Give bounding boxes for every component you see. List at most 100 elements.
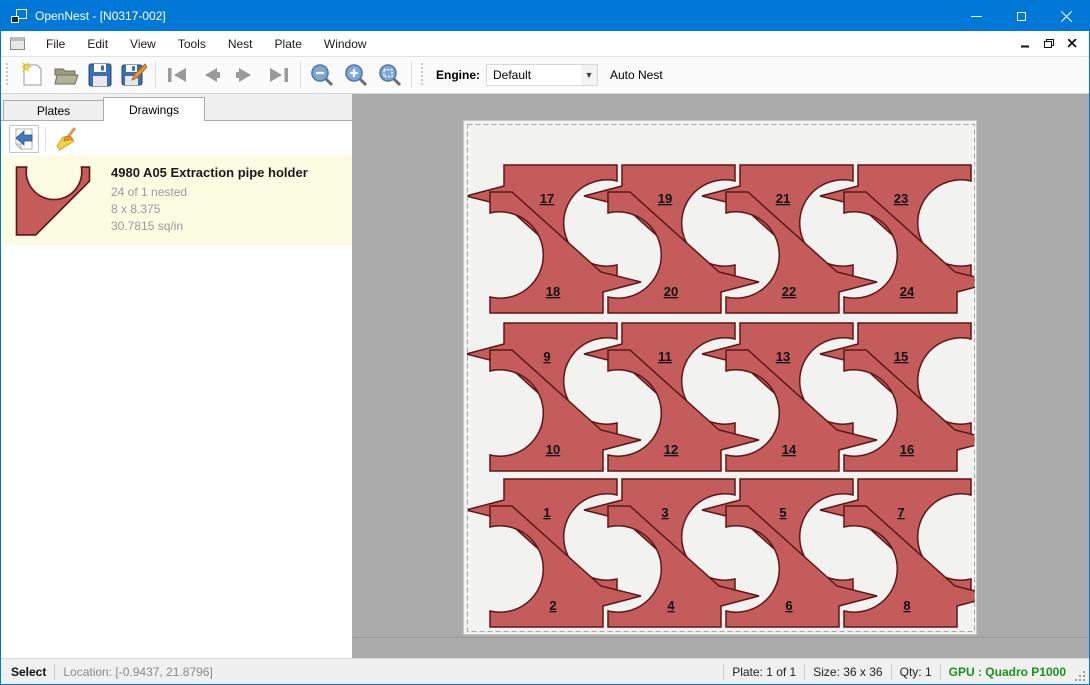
open-button[interactable] xyxy=(49,60,83,90)
return-drawing-button[interactable] xyxy=(9,125,39,153)
clear-button[interactable] xyxy=(52,125,82,153)
part-number: 21 xyxy=(776,191,790,206)
toolbar-grip[interactable] xyxy=(5,63,10,87)
nest-svg: 123456789101112131415161718192021222324 xyxy=(464,121,978,636)
chevron-down-icon[interactable]: ▼ xyxy=(581,65,597,85)
part-number: 16 xyxy=(900,442,914,457)
auto-nest-button[interactable]: Auto Nest xyxy=(610,68,663,82)
status-separator xyxy=(804,664,805,680)
part-number: 12 xyxy=(664,442,678,457)
toolbar-separator xyxy=(155,62,156,88)
mdi-close-icon[interactable] xyxy=(1068,39,1077,48)
status-separator xyxy=(723,664,724,680)
toolbar-separator xyxy=(45,127,46,151)
close-button[interactable] xyxy=(1044,1,1089,31)
zoom-out-icon xyxy=(310,63,334,87)
toolbar-separator xyxy=(300,62,301,88)
app-window: OpenNest - [N0317-002] File Edit View To… xyxy=(0,0,1090,685)
part-number: 24 xyxy=(900,284,915,299)
last-plate-button[interactable] xyxy=(262,60,296,90)
status-location: Location: [-0.9437, 21.8796] xyxy=(63,665,212,679)
menu-nest[interactable]: Nest xyxy=(217,33,264,55)
status-gpu: GPU : Quadro P1000 xyxy=(949,665,1066,679)
status-separator xyxy=(54,664,55,680)
tab-drawings[interactable]: Drawings xyxy=(103,97,205,121)
part-number: 9 xyxy=(543,349,550,364)
first-plate-button[interactable] xyxy=(160,60,194,90)
next-plate-icon xyxy=(234,66,256,84)
previous-plate-button[interactable] xyxy=(194,60,228,90)
open-folder-icon xyxy=(53,63,79,87)
mdi-document-icon[interactable] xyxy=(10,37,25,50)
part-number: 19 xyxy=(658,191,672,206)
zoom-in-button[interactable] xyxy=(339,60,373,90)
menu-view[interactable]: View xyxy=(119,33,167,55)
part-number: 20 xyxy=(664,284,678,299)
toolbar-grip[interactable] xyxy=(420,63,425,87)
menu-plate[interactable]: Plate xyxy=(264,33,313,55)
window-title: OpenNest - [N0317-002] xyxy=(35,9,166,23)
previous-plate-icon xyxy=(200,66,222,84)
first-plate-icon xyxy=(166,66,188,84)
engine-label: Engine: xyxy=(436,68,480,82)
app-icon xyxy=(11,9,27,23)
part-number: 5 xyxy=(779,505,786,520)
zoom-fit-icon xyxy=(378,63,402,87)
part-number: 10 xyxy=(546,442,560,457)
part-number: 17 xyxy=(540,191,554,206)
engine-select[interactable]: Default ▼ xyxy=(486,64,598,86)
part-thumbnail xyxy=(13,165,93,237)
drawing-list-item[interactable]: 4980 A05 Extraction pipe holder 24 of 1 … xyxy=(1,156,352,245)
save-as-icon xyxy=(121,62,147,88)
save-icon xyxy=(88,63,112,87)
mdi-restore-icon[interactable] xyxy=(1044,39,1054,48)
resize-grip[interactable] xyxy=(1072,668,1086,682)
drawings-toolbar xyxy=(1,121,352,156)
next-plate-button[interactable] xyxy=(228,60,262,90)
zoom-out-button[interactable] xyxy=(305,60,339,90)
toolbar-separator xyxy=(411,62,412,88)
part-number: 2 xyxy=(549,598,556,613)
menu-edit[interactable]: Edit xyxy=(76,33,119,55)
status-size: Size: 36 x 36 xyxy=(813,665,882,679)
menu-window[interactable]: Window xyxy=(313,33,378,55)
nest-canvas[interactable]: 123456789101112131415161718192021222324 xyxy=(353,94,1089,658)
engine-value: Default xyxy=(487,68,581,82)
part-number: 18 xyxy=(546,284,560,299)
main-toolbar: Engine: Default ▼ Auto Nest xyxy=(1,57,1089,94)
part-number: 6 xyxy=(785,598,792,613)
status-qty: Qty: 1 xyxy=(900,665,932,679)
left-panel: Plates Drawings xyxy=(1,94,353,658)
part-number: 23 xyxy=(894,191,908,206)
part-number: 8 xyxy=(903,598,910,613)
status-separator xyxy=(891,664,892,680)
zoom-fit-button[interactable] xyxy=(373,60,407,90)
tab-plates[interactable]: Plates xyxy=(3,100,103,121)
part-number: 11 xyxy=(658,349,672,364)
part-number: 1 xyxy=(543,505,550,520)
save-button[interactable] xyxy=(83,60,117,90)
maximize-button[interactable] xyxy=(999,1,1044,31)
zoom-in-icon xyxy=(344,63,368,87)
status-separator xyxy=(940,664,941,680)
title-bar: OpenNest - [N0317-002] xyxy=(1,1,1089,31)
drawing-nested-count: 24 of 1 nested xyxy=(111,185,308,199)
menu-bar: File Edit View Tools Nest Plate Window xyxy=(1,31,1089,57)
minimize-button[interactable] xyxy=(954,1,999,31)
canvas-divider xyxy=(353,637,1089,638)
part-number: 15 xyxy=(894,349,908,364)
mdi-minimize-icon[interactable] xyxy=(1021,39,1030,48)
part-number: 7 xyxy=(897,505,904,520)
new-button[interactable] xyxy=(15,60,49,90)
save-as-button[interactable] xyxy=(117,60,151,90)
new-file-icon xyxy=(20,62,44,88)
status-mode: Select xyxy=(1,665,46,679)
plate[interactable]: 123456789101112131415161718192021222324 xyxy=(463,120,977,635)
menu-file[interactable]: File xyxy=(35,33,76,55)
clear-broom-icon xyxy=(55,126,79,152)
part-number: 3 xyxy=(661,505,668,520)
drawing-title: 4980 A05 Extraction pipe holder xyxy=(111,165,308,180)
last-plate-icon xyxy=(268,66,290,84)
menu-tools[interactable]: Tools xyxy=(167,33,217,55)
drawing-area: 30.7815 sq/in xyxy=(111,219,308,233)
